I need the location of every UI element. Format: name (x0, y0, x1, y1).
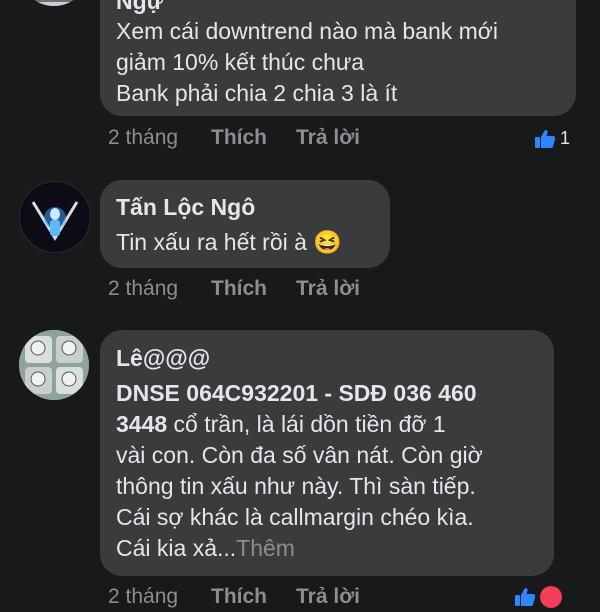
thumbs-up-icon (535, 129, 556, 148)
avatar-le[interactable] (19, 330, 89, 400)
heart-reaction-icon[interactable] (540, 586, 562, 608)
reply-button[interactable]: Trả lời (296, 277, 360, 301)
comment-author[interactable]: Tấn Lộc Ngô (116, 194, 255, 221)
comment-text-rest: cổ trần, là lái dồn tiền đỡ 1 (167, 411, 446, 437)
comment-text-body: Tin xấu ra hết rồi à (116, 229, 307, 255)
comment-text-line: Bank phải chia 2 chia 3 là ít (116, 80, 398, 106)
comment-author[interactable]: Lê@@@ (116, 345, 210, 372)
like-button[interactable]: Thích (211, 585, 267, 609)
comment-author[interactable]: Ngự (116, 0, 163, 15)
grinning-squinting-emoji: 😆 (313, 229, 342, 255)
comment-time: 2 tháng (108, 126, 179, 149)
reaction-count[interactable]: 1 (534, 128, 570, 149)
thumbs-up-icon (515, 588, 536, 606)
like-button[interactable]: Thích (211, 277, 267, 301)
see-more-link[interactable]: Thêm (236, 535, 295, 561)
comment-text-line: Cái kia xả...Thêm (116, 535, 295, 562)
avatar-image (19, 330, 89, 400)
comment-time: 2 tháng (108, 585, 179, 608)
comment-text-bold: 3448 (116, 411, 168, 437)
comment-text: Tin xấu ra hết rồi à 😆 (116, 229, 342, 256)
comment-time: 2 tháng (108, 277, 179, 300)
reaction-count-label: 1 (560, 128, 571, 148)
comment-text-line: DNSE 064C932201 - SDĐ 036 460 (116, 380, 477, 406)
reply-button[interactable]: Trả lời (296, 126, 360, 150)
like-button[interactable]: Thích (211, 126, 267, 150)
comment-text-line: giảm 10% kết thúc chưa (116, 49, 365, 75)
comment-text-line: vài con. Còn đa số vân nát. Còn giờ (116, 442, 483, 468)
reply-button[interactable]: Trả lời (296, 585, 360, 609)
comment-text-line: 3448 cổ trần, là lái dồn tiền đỡ 1 (116, 411, 446, 438)
comment-text-line: Xem cái downtrend nào mà bank mới (116, 18, 498, 44)
avatar-ngu[interactable] (19, 0, 89, 6)
avatar-tan-loc-ngo[interactable] (19, 181, 91, 253)
comment-text-line: thông tin xấu như này. Thì sàn tiếp. (116, 473, 476, 499)
avatar-image (20, 182, 90, 252)
comment-text-truncated: Cái kia xả... (116, 535, 237, 561)
comment-text-line: Cái sợ khác là callmargin chéo kìa. (116, 504, 474, 530)
